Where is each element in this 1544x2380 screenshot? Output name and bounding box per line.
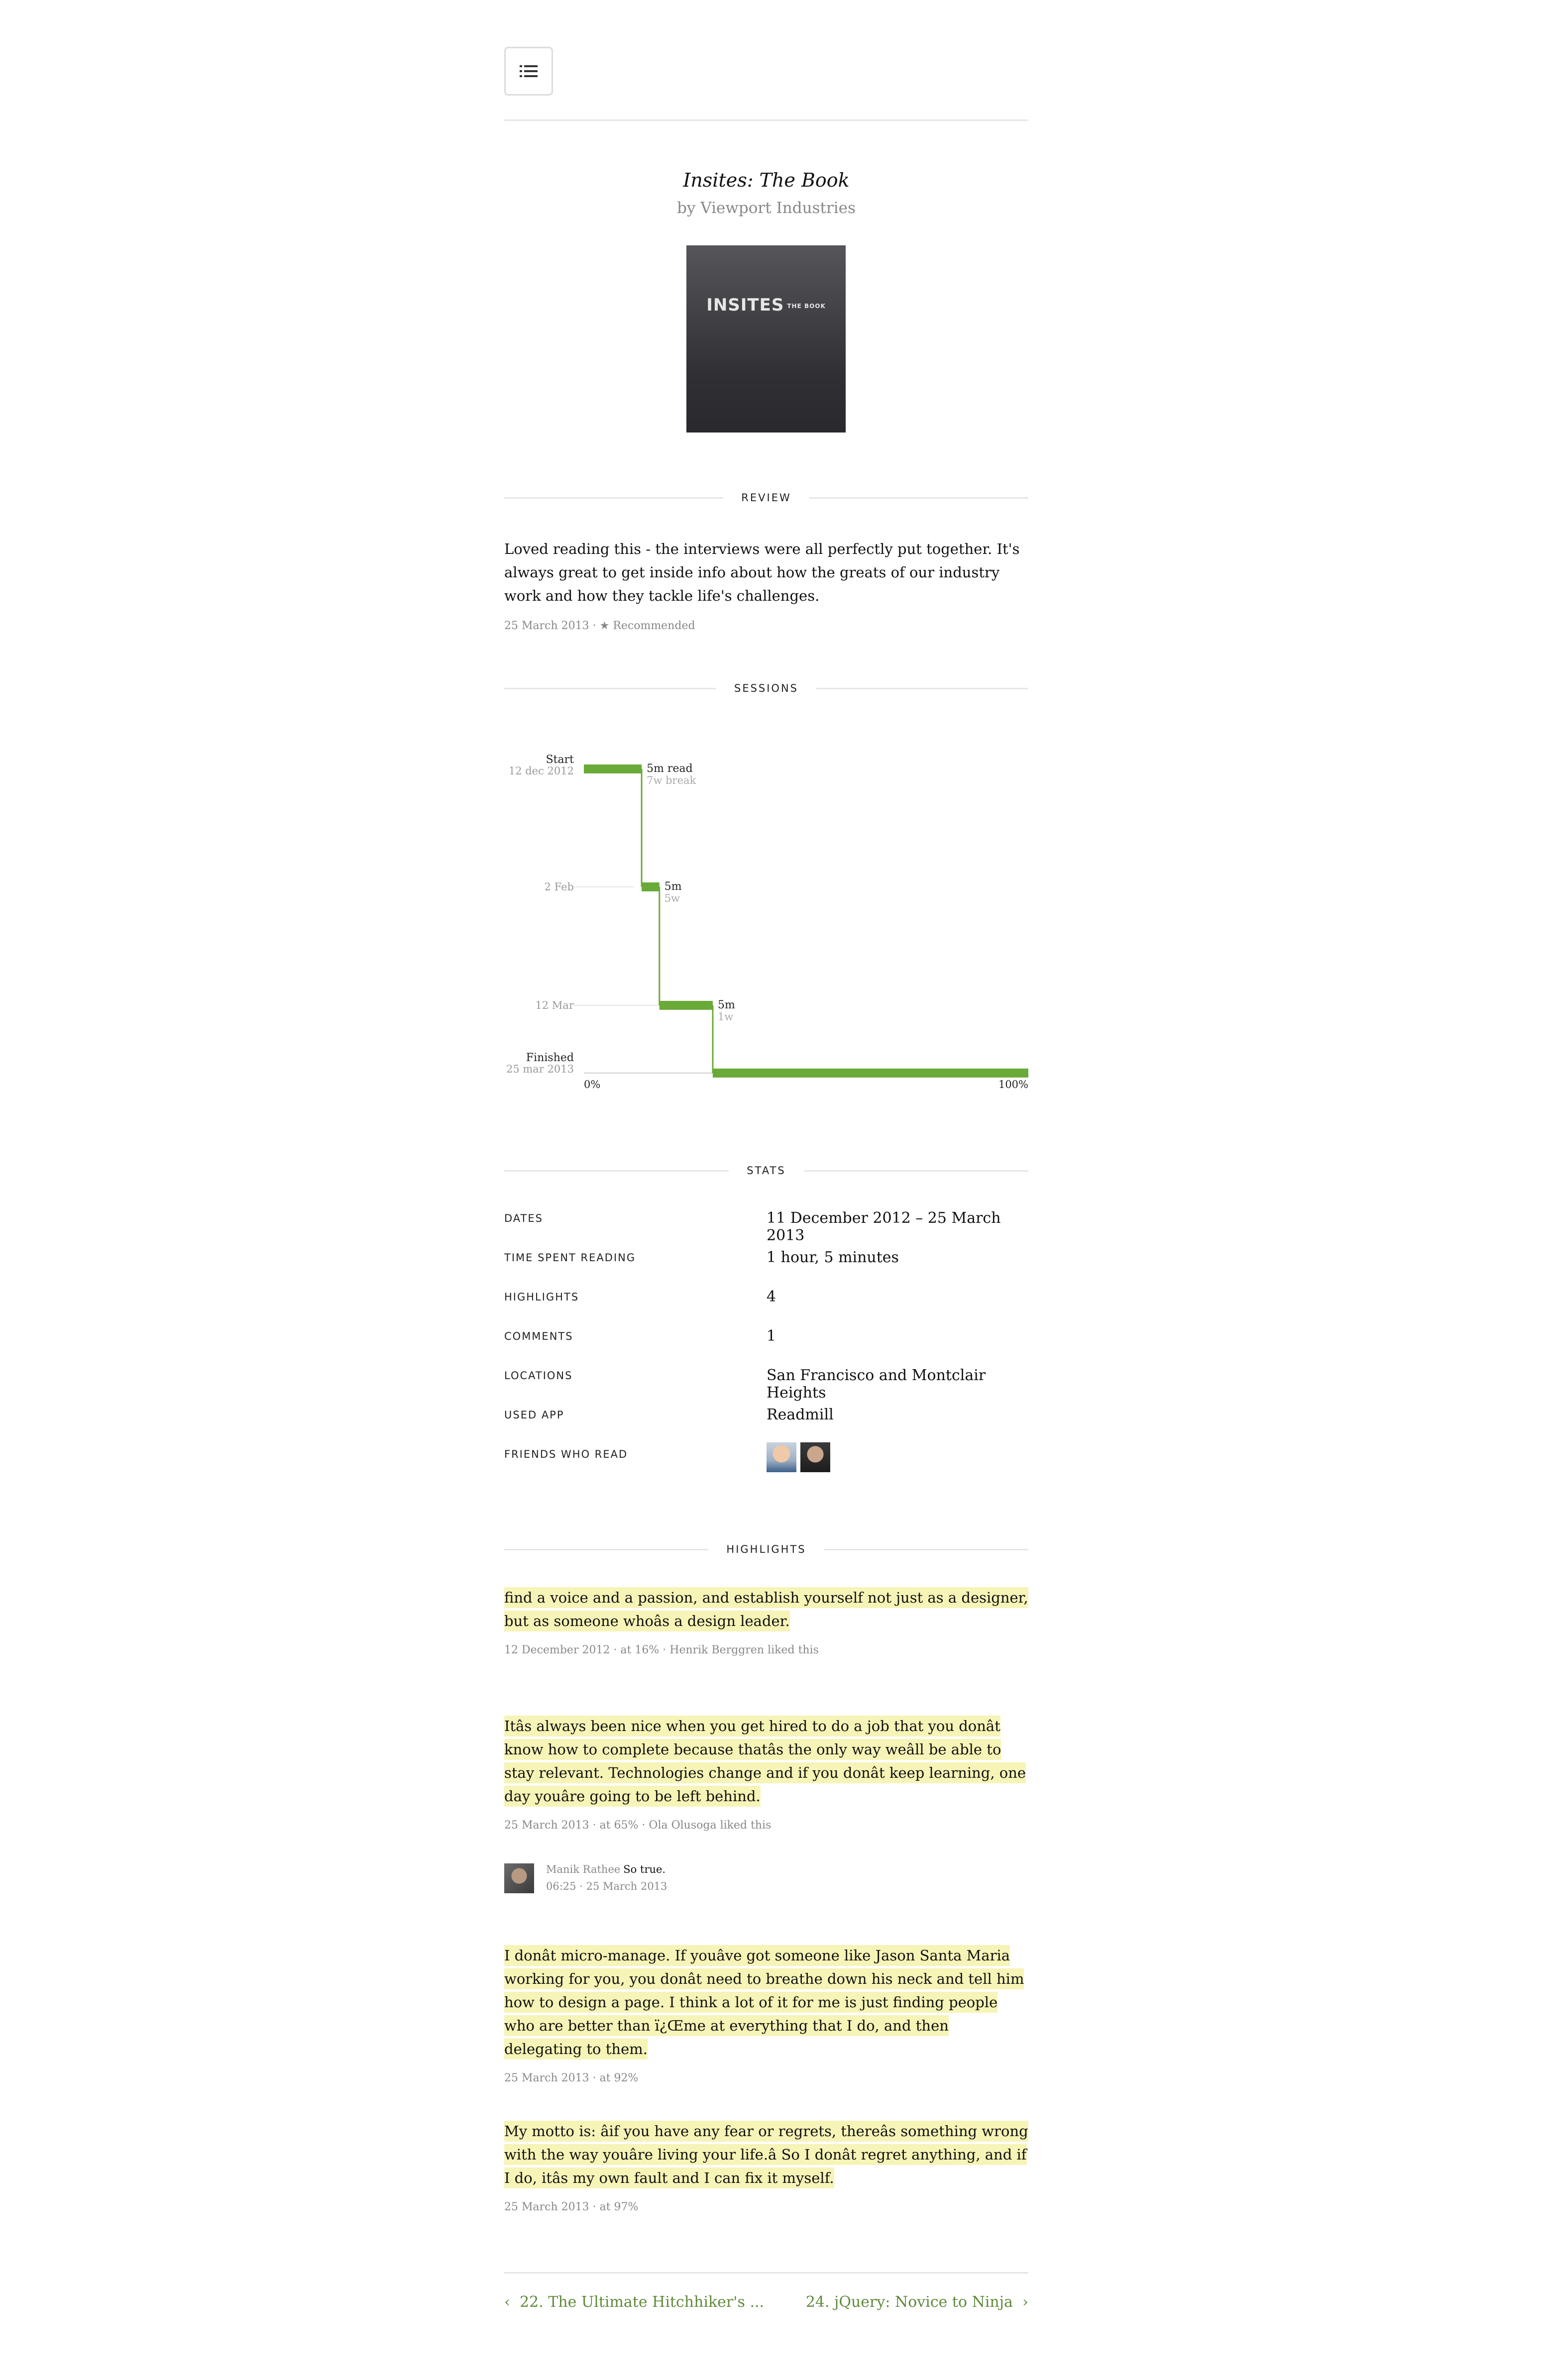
highlight-text: Itâs always been nice when you get hired… [504,1715,1028,1808]
cover-title: INSITES THE BOOK [706,295,826,315]
comment: Manik Rathee So true. 06:25 · 25 March 20… [504,1863,1028,1898]
stat-label: FRIENDS WHO READ [504,1448,628,1460]
highlight-item: Itâs always been nice when you get hired… [504,1715,1028,1832]
comment-time: 06:25 · 25 March 2013 [546,1880,667,1892]
stat-row-app: USED APP Readmill [504,1406,1028,1445]
session-bar [659,1001,713,1010]
prev-book-title: 22. The Ultimate Hitchhiker's ... [520,2293,765,2311]
highlight-item: find a voice and a passion, and establis… [504,1586,1028,1656]
highlight-item: I donât micro-manage. If youâve got some… [504,1944,1028,2084]
next-book-title: 24. jQuery: Novice to Ninja [805,2293,1013,2311]
next-book-link[interactable]: 24. jQuery: Novice to Ninja › [806,2293,1028,2311]
book-title: Insites: The Book [683,169,850,191]
stat-value: 11 December 2012 – 25 March 2013 [767,1209,1001,1244]
stat-value: 1 [767,1327,776,1345]
book-cover: INSITES THE BOOK [686,245,846,433]
stat-value: Readmill [767,1406,834,1423]
x-max-label: 100% [998,1079,1028,1090]
comment-text: So true. [623,1863,666,1875]
finished-label: Finished [526,1052,574,1064]
footer-divider [504,2272,1028,2273]
session-bar [584,764,642,773]
commenter-avatar[interactable] [504,1863,534,1893]
highlight-meta: 12 December 2012 · at 16% · Henrik Bergg… [504,1644,819,1656]
highlight-text: My motto is: âif you have any fear or re… [504,2120,1028,2190]
commenter-name[interactable]: Manik Rathee [546,1863,620,1875]
stat-label: LOCATIONS [504,1370,573,1382]
highlight-meta: 25 March 2013 · at 92% [504,2072,639,2084]
stat-row-dates: DATES 11 December 2012 – 25 March 2013 [504,1209,1028,1249]
header-divider [504,119,1028,121]
highlight-text: I donât micro-manage. If youâve got some… [504,1944,1028,2061]
session-bar [642,882,660,891]
review-text: Loved reading this - the interviews were… [504,541,1020,604]
session-break-label: 5w [664,892,680,904]
session-break-label: 1w [718,1011,733,1023]
friend-avatar[interactable] [800,1442,830,1472]
stats-table: DATES 11 December 2012 – 25 March 2013 T… [504,1209,1028,1485]
session-duration-label: 5m read [647,762,693,775]
stat-label: USED APP [504,1409,564,1421]
comment-header: Manik Rathee So true. [546,1863,665,1875]
review-meta: 25 March 2013 · ★ Recommended [504,620,695,632]
prev-book-link[interactable]: ‹ 22. The Ultimate Hitchhiker's ... [504,2293,764,2311]
stat-label: COMMENTS [504,1330,573,1342]
friend-avatar[interactable] [767,1442,796,1472]
stat-label: TIME SPENT READING [504,1252,636,1264]
start-date-label: 12 dec 2012 [509,765,574,777]
x-min-label: 0% [584,1079,600,1090]
highlights-heading: HIGHLIGHTS [504,1542,1029,1557]
feb-label: 2 Feb [545,881,574,893]
stat-value: 4 [767,1288,776,1305]
session-bar [712,1069,1028,1078]
finished-date-label: 25 mar 2013 [506,1063,574,1075]
start-label: Start [546,754,574,766]
highlight-meta: 25 March 2013 · at 97% [504,2201,639,2213]
stat-row-highlights: HIGHLIGHTS 4 [504,1288,1028,1327]
stat-row-friends: FRIENDS WHO READ [504,1442,1028,1485]
menu-button[interactable] [504,47,553,96]
stat-row-comments: COMMENTS 1 [504,1327,1028,1367]
review-heading: REVIEW [504,490,1029,505]
stat-value: 1 hour, 5 minutes [767,1249,899,1266]
mar-label: 12 Mar [536,999,574,1011]
session-duration-label: 5m [718,999,735,1011]
chevron-left-icon: ‹ [504,2293,510,2311]
book-author: by Viewport Industries [677,199,856,217]
session-duration-label: 5m [664,880,682,893]
session-break-label: 7w break [647,774,696,786]
stat-row-locations: LOCATIONS San Francisco and Montclair He… [504,1367,1028,1406]
stat-label: HIGHLIGHTS [504,1291,579,1303]
friends-list [767,1442,830,1472]
sessions-chart: Start 12 dec 2012 2 Feb 12 Mar Finished … [506,754,1028,1090]
stat-label: DATES [504,1212,543,1224]
highlight-item: My motto is: âif you have any fear or re… [504,2120,1028,2213]
chevron-right-icon: › [1022,2293,1028,2311]
stats-heading: STATS [504,1163,1029,1178]
stat-row-time: TIME SPENT READING 1 hour, 5 minutes [504,1249,1028,1288]
highlight-text: find a voice and a passion, and establis… [504,1586,1028,1633]
stat-value: San Francisco and Montclair Heights [767,1367,986,1402]
sessions-heading: SESSIONS [504,681,1028,696]
highlight-meta: 25 March 2013 · at 65% · Ola Olusoga lik… [504,1819,772,1832]
list-icon [520,65,538,77]
